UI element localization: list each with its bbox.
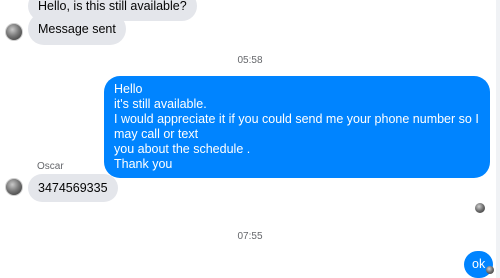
sender-name: Oscar: [37, 161, 64, 172]
message-line: Hello: [114, 82, 143, 96]
message-bubble-sent: Message sent: [28, 13, 126, 45]
avatar[interactable]: [5, 178, 23, 196]
read-receipt-avatar: [475, 203, 485, 213]
avatar[interactable]: [5, 23, 23, 41]
message-line: Thank you: [114, 157, 173, 171]
message-line: it's still available.: [114, 97, 207, 111]
outgoing-message-bubble: Hello it's still available. I would appr…: [104, 76, 490, 178]
message-text: Hello, is this still available?: [38, 0, 187, 13]
message-line: you about the schedule .: [114, 142, 251, 156]
message-line: I would appreciate it if you could send …: [114, 112, 479, 141]
message-text: Message sent: [38, 22, 116, 36]
read-receipt-avatar: [486, 266, 494, 274]
timestamp: 05:58: [237, 55, 263, 66]
message-bubble-phone: 3474569335: [28, 174, 118, 202]
message-text: 3474569335: [38, 181, 108, 195]
timestamp: 07:55: [237, 231, 263, 242]
message-text: ok: [472, 257, 486, 271]
